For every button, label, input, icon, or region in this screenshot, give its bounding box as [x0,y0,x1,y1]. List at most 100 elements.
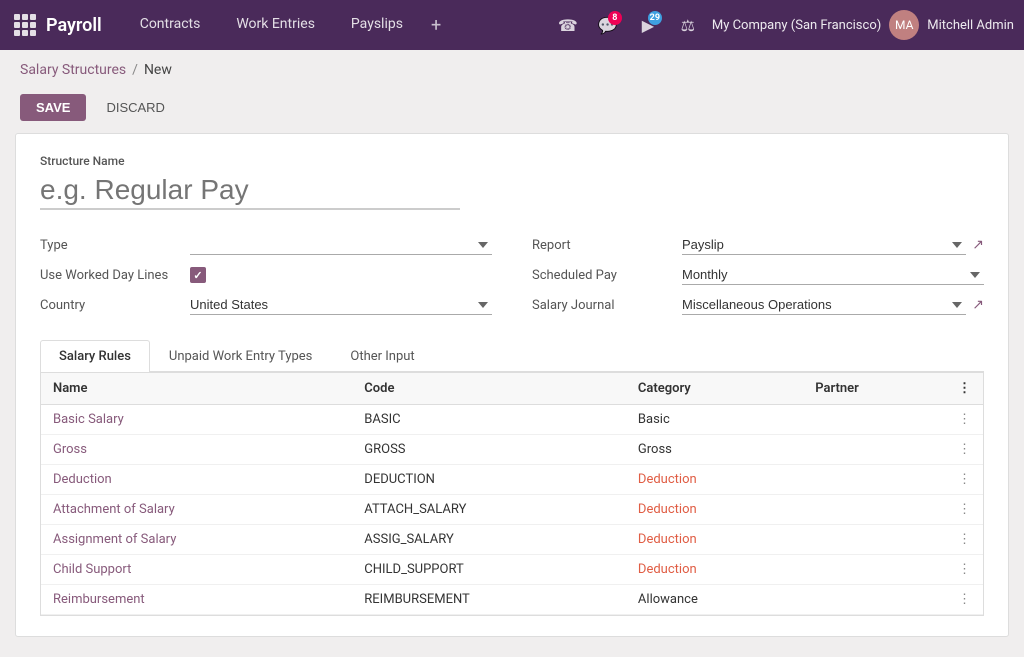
table-row: Reimbursement REIMBURSEMENT Allowance ⋮ [41,585,983,615]
salary-journal-label: Salary Journal [532,298,672,313]
worked-day-lines-label: Use Worked Day Lines [40,268,180,283]
scheduled-pay-select[interactable]: Monthly [682,265,984,285]
nav-menu: Contracts Work Entries Payslips + [122,0,552,50]
row-partner [803,555,946,585]
table-row: Basic Salary BASIC Basic ⋮ [41,405,983,435]
worked-day-lines-checkbox[interactable]: ✓ [190,267,206,283]
salary-rules-table: Name Code Category Partner ⋮ Basic Salar… [41,373,983,615]
table-row: Assignment of Salary ASSIG_SALARY Deduct… [41,525,983,555]
country-select[interactable]: United States [190,295,492,315]
row-partner [803,435,946,465]
row-name[interactable]: Basic Salary [41,405,352,435]
salary-journal-row: Salary Journal Miscellaneous Operations … [532,290,984,320]
row-name[interactable]: Gross [41,435,352,465]
tab-unpaid-work-entry-types[interactable]: Unpaid Work Entry Types [150,340,331,372]
row-name[interactable]: Attachment of Salary [41,495,352,525]
col-header-code: Code [352,373,626,405]
row-partner [803,525,946,555]
row-actions-icon[interactable]: ⋮ [946,405,983,435]
structure-name-input[interactable] [40,172,460,210]
row-code: CHILD_SUPPORT [352,555,626,585]
phone-icon[interactable]: ☎ [552,9,584,41]
row-category: Gross [626,435,803,465]
row-category[interactable]: Deduction [626,525,803,555]
chat-icon[interactable]: 💬 8 [592,9,624,41]
row-actions-icon[interactable]: ⋮ [946,435,983,465]
report-row: Report Payslip ↗ [532,230,984,260]
row-name[interactable]: Deduction [41,465,352,495]
nav-contracts[interactable]: Contracts [122,0,219,50]
row-code: DEDUCTION [352,465,626,495]
user-avatar[interactable]: MA [889,10,919,40]
row-category[interactable]: Deduction [626,555,803,585]
row-name[interactable]: Reimbursement [41,585,352,615]
row-actions-icon[interactable]: ⋮ [946,585,983,615]
nav-plus[interactable]: + [421,0,451,50]
report-label: Report [532,238,672,253]
row-actions-icon[interactable]: ⋮ [946,525,983,555]
row-actions-icon[interactable]: ⋮ [946,495,983,525]
col-header-actions: ⋮ [946,373,983,405]
type-label: Type [40,238,180,253]
report-external-link-icon[interactable]: ↗ [972,237,984,253]
worked-day-lines-row: Use Worked Day Lines ✓ [40,260,492,290]
app-brand: Payroll [46,15,102,36]
salary-journal-select[interactable]: Miscellaneous Operations [682,295,966,315]
chat-badge: 8 [608,11,622,25]
row-category[interactable]: Deduction [626,495,803,525]
col-header-name: Name [41,373,352,405]
row-actions-icon[interactable]: ⋮ [946,555,983,585]
structure-name-label: Structure Name [40,154,984,168]
company-name: My Company (San Francisco) [712,18,881,33]
row-partner [803,495,946,525]
row-code: GROSS [352,435,626,465]
table-row: Attachment of Salary ATTACH_SALARY Deduc… [41,495,983,525]
row-category: Basic [626,405,803,435]
discard-button[interactable]: DISCARD [94,94,177,121]
breadcrumb-parent[interactable]: Salary Structures [20,62,126,78]
form-fields-grid: Type Use Worked Day Lines ✓ Country [40,230,984,320]
save-button[interactable]: SAVE [20,94,86,121]
tabs-bar: Salary Rules Unpaid Work Entry Types Oth… [40,340,984,372]
table-row: Deduction DEDUCTION Deduction ⋮ [41,465,983,495]
user-name: Mitchell Admin [927,18,1014,33]
nav-work-entries[interactable]: Work Entries [218,0,333,50]
col-header-category: Category [626,373,803,405]
top-navigation: Payroll Contracts Work Entries Payslips … [0,0,1024,50]
nav-payslips[interactable]: Payslips [333,0,421,50]
breadcrumb: Salary Structures / New [0,50,1024,90]
salary-rules-table-container: Name Code Category Partner ⋮ Basic Salar… [40,372,984,616]
row-code: ASSIG_SALARY [352,525,626,555]
tab-other-input[interactable]: Other Input [331,340,433,372]
grid-menu-icon[interactable] [10,10,40,40]
row-category[interactable]: Deduction [626,465,803,495]
row-actions-icon[interactable]: ⋮ [946,465,983,495]
main-form-card: Structure Name Type Use Worked Day Lines… [15,133,1009,637]
settings-icon[interactable]: ⚖ [672,9,704,41]
type-row: Type [40,230,492,260]
table-row: Child Support CHILD_SUPPORT Deduction ⋮ [41,555,983,585]
row-name[interactable]: Child Support [41,555,352,585]
report-select[interactable]: Payslip [682,235,966,255]
breadcrumb-separator: / [132,62,138,78]
col-header-partner: Partner [803,373,946,405]
activity-icon[interactable]: ▶ 29 [632,9,664,41]
action-bar: SAVE DISCARD [0,90,1024,133]
row-code: BASIC [352,405,626,435]
row-partner [803,585,946,615]
table-row: Gross GROSS Gross ⋮ [41,435,983,465]
row-code: ATTACH_SALARY [352,495,626,525]
country-row: Country United States [40,290,492,320]
topnav-right: ☎ 💬 8 ▶ 29 ⚖ My Company (San Francisco) … [552,9,1014,41]
breadcrumb-current: New [144,62,172,78]
row-name[interactable]: Assignment of Salary [41,525,352,555]
scheduled-pay-label: Scheduled Pay [532,268,672,283]
salary-journal-external-link-icon[interactable]: ↗ [972,297,984,313]
row-category: Allowance [626,585,803,615]
tab-salary-rules[interactable]: Salary Rules [40,340,150,372]
type-select[interactable] [190,235,492,255]
row-partner [803,465,946,495]
row-partner [803,405,946,435]
row-code: REIMBURSEMENT [352,585,626,615]
activity-badge: 29 [648,11,662,25]
